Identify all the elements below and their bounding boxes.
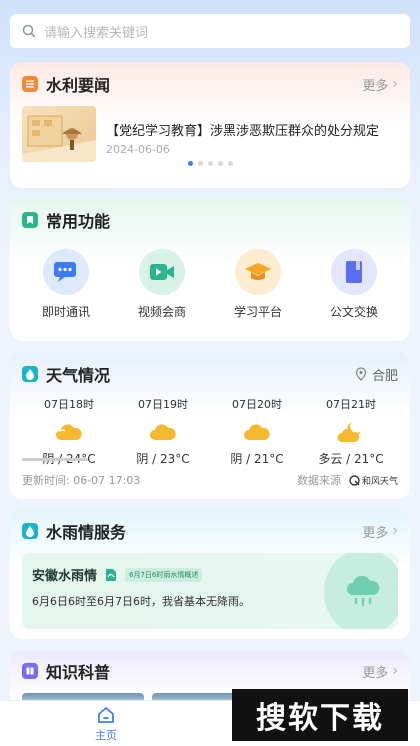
graduation-cap-icon	[235, 249, 281, 295]
water-drop-icon	[22, 366, 38, 382]
rain-service-card: 水雨情服务 更多 › 安徽水雨情 6月7日6时雨水情概述 6月6日6时至6月7日6…	[10, 509, 410, 639]
cloudy-icon	[150, 424, 176, 440]
news-item-date: 2024-06-06	[106, 143, 170, 156]
book-icon	[22, 663, 38, 679]
weather-hour: 07日20时 阴 / 21°C	[230, 398, 284, 466]
location-pin-icon	[355, 367, 367, 381]
watermark-overlay: 搜软下载	[232, 689, 408, 741]
carousel-dot[interactable]	[187, 161, 193, 166]
news-list-icon	[22, 76, 38, 92]
rain-report-tag: 6月7日6时雨水情概述	[125, 567, 203, 582]
news-item-title: 【党纪学习教育】涉黑涉恶欺压群众的处分规定	[106, 124, 380, 139]
news-card: 水利要闻 更多 › 【党纪学习教育】涉黑涉恶欺压群众的处分规定 2024-06-0…	[10, 62, 410, 188]
search-icon	[22, 24, 36, 38]
news-thumbnail	[22, 106, 96, 162]
weather-hour: 07日21时 多云 / 21°C	[318, 398, 384, 466]
carousel-dot[interactable]	[207, 161, 213, 166]
cloudy-icon	[56, 424, 82, 440]
weather-source: 数据来源 和风天气	[296, 474, 398, 487]
search-input[interactable]: 请输入搜索关键词	[44, 22, 148, 41]
cloudy-icon	[244, 424, 270, 440]
weather-scroll-indicator	[22, 458, 88, 461]
knowledge-more-button[interactable]: 更多 ›	[362, 662, 398, 681]
chevron-right-icon: ›	[392, 76, 398, 92]
pdf-file-icon	[106, 568, 117, 581]
rain-report-box[interactable]: 安徽水雨情 6月7日6时雨水情概述 6月6日6时至6月7日6时，我省基本无降雨。	[22, 553, 398, 629]
news-more-button[interactable]: 更多 ›	[362, 75, 398, 94]
chevron-right-icon: ›	[392, 663, 398, 679]
weather-forecast-row: 07日18时 阴 / 24°C 07日19时 阴 / 23°C 07日20时 阴…	[10, 396, 410, 467]
rain-subtitle: 安徽水雨情	[32, 569, 98, 584]
news-title: 水利要闻	[46, 76, 111, 95]
weather-card: 天气情况 合肥 07日18时 阴 / 24°C 07日19时 阴 / 23°C	[10, 352, 410, 499]
bookmark-icon	[22, 212, 38, 228]
qweather-logo-icon	[349, 474, 360, 486]
tab-home[interactable]: 主页	[86, 705, 126, 743]
carousel-dot[interactable]	[227, 161, 233, 166]
partly-cloudy-night-icon	[337, 422, 361, 442]
knowledge-title: 知识科普	[46, 663, 111, 682]
rain-more-button[interactable]: 更多 ›	[362, 522, 398, 541]
weather-brand-logo: 和风天气	[345, 474, 398, 487]
functions-card: 常用功能 即时通讯 视频会商 学习平台 公文交换	[10, 199, 410, 341]
func-learning-button[interactable]: 学习平台	[213, 249, 303, 320]
document-icon	[331, 249, 377, 295]
chat-icon	[43, 249, 89, 295]
func-video-button[interactable]: 视频会商	[117, 249, 207, 320]
search-bar[interactable]: 请输入搜索关键词	[10, 14, 410, 48]
video-icon	[139, 249, 185, 295]
func-document-button[interactable]: 公文交换	[309, 249, 399, 320]
rain-title: 水雨情服务	[46, 523, 127, 542]
func-chat-button[interactable]: 即时通讯	[21, 249, 111, 320]
functions-title: 常用功能	[46, 212, 111, 231]
location-selector[interactable]: 合肥	[355, 365, 398, 384]
news-item[interactable]: 【党纪学习教育】涉黑涉恶欺压群众的处分规定 2024-06-06	[10, 106, 410, 162]
rain-report-text: 6月6日6时至6月7日6时，我省基本无降雨。	[32, 595, 250, 608]
weather-title: 天气情况	[46, 366, 111, 385]
weather-hour: 07日18时 阴 / 24°C	[22, 396, 116, 467]
rain-cloud-icon	[324, 553, 398, 629]
water-drop-icon	[22, 523, 38, 539]
chevron-right-icon: ›	[392, 523, 398, 539]
carousel-dot[interactable]	[217, 161, 223, 166]
home-icon	[98, 707, 114, 723]
carousel-dots	[10, 161, 410, 166]
weather-updated-time: 更新时间: 06-07 17:03	[22, 474, 141, 487]
carousel-dot[interactable]	[197, 161, 203, 166]
weather-hour: 07日19时 阴 / 23°C	[136, 398, 190, 466]
